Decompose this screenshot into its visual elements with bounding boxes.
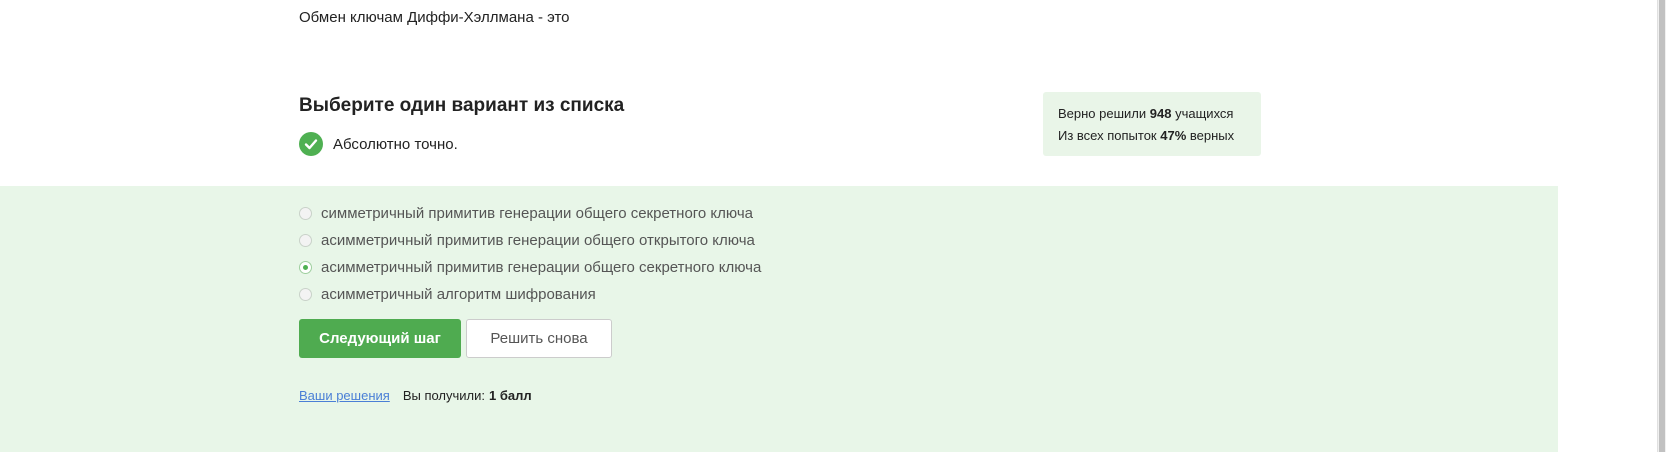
your-solutions-link[interactable]: Ваши решения — [299, 388, 390, 403]
answer-area — [0, 186, 1558, 452]
vertical-scrollbar[interactable] — [1657, 0, 1666, 452]
retry-button[interactable]: Решить снова — [466, 319, 612, 358]
stats-panel: Верно решили 948 учащихся Из всех попыто… — [1043, 92, 1261, 156]
stats-percent-prefix: Из всех попыток — [1058, 128, 1157, 143]
radio-dot-icon — [303, 265, 308, 270]
option-label[interactable]: асимметричный алгоритм шифрования — [321, 286, 596, 303]
stats-solved-prefix: Верно решили — [1058, 106, 1147, 121]
option-label[interactable]: симметричный примитив генерации общего с… — [321, 205, 753, 222]
option-item-selected[interactable]: асимметричный примитив генерации общего … — [299, 254, 761, 281]
stats-percent-suffix: верных — [1189, 128, 1235, 143]
footer: Ваши решения Вы получили: 1 балл — [299, 388, 532, 403]
option-item[interactable]: асимметричный примитив генерации общего … — [299, 227, 761, 254]
option-item[interactable]: асимметричный алгоритм шифрования — [299, 281, 761, 308]
check-circle-icon — [299, 132, 323, 156]
score-value: 1 балл — [489, 388, 532, 403]
scrollbar-thumb[interactable] — [1659, 0, 1665, 452]
question-text: Обмен ключам Диффи-Хэллмана - это — [299, 9, 570, 26]
stats-solved-suffix: учащихся — [1175, 106, 1234, 121]
option-label[interactable]: асимметричный примитив генерации общего … — [321, 232, 755, 249]
page: Обмен ключам Диффи-Хэллмана - это Выбери… — [0, 0, 1666, 452]
stats-solved-line: Верно решили 948 учащихся — [1058, 103, 1246, 125]
task-heading: Выберите один вариант из списка — [299, 95, 625, 116]
main-content: Обмен ключам Диффи-Хэллмана - это Выбери… — [0, 0, 1658, 452]
options-list: симметричный примитив генерации общего с… — [299, 200, 761, 308]
option-item[interactable]: симметричный примитив генерации общего с… — [299, 200, 761, 227]
stats-percent-value: 47% — [1160, 128, 1187, 143]
radio-button-selected[interactable] — [299, 261, 312, 274]
radio-button[interactable] — [299, 207, 312, 220]
feedback-message: Абсолютно точно. — [299, 132, 458, 156]
score-label: Вы получили: — [402, 388, 486, 403]
radio-button[interactable] — [299, 234, 312, 247]
next-step-button[interactable]: Следующий шаг — [299, 319, 461, 358]
stats-percent-line: Из всех попыток 47% верных — [1058, 125, 1246, 147]
feedback-text: Абсолютно точно. — [333, 135, 458, 153]
radio-button[interactable] — [299, 288, 312, 301]
option-label[interactable]: асимметричный примитив генерации общего … — [321, 259, 761, 276]
stats-solved-count: 948 — [1149, 106, 1172, 121]
